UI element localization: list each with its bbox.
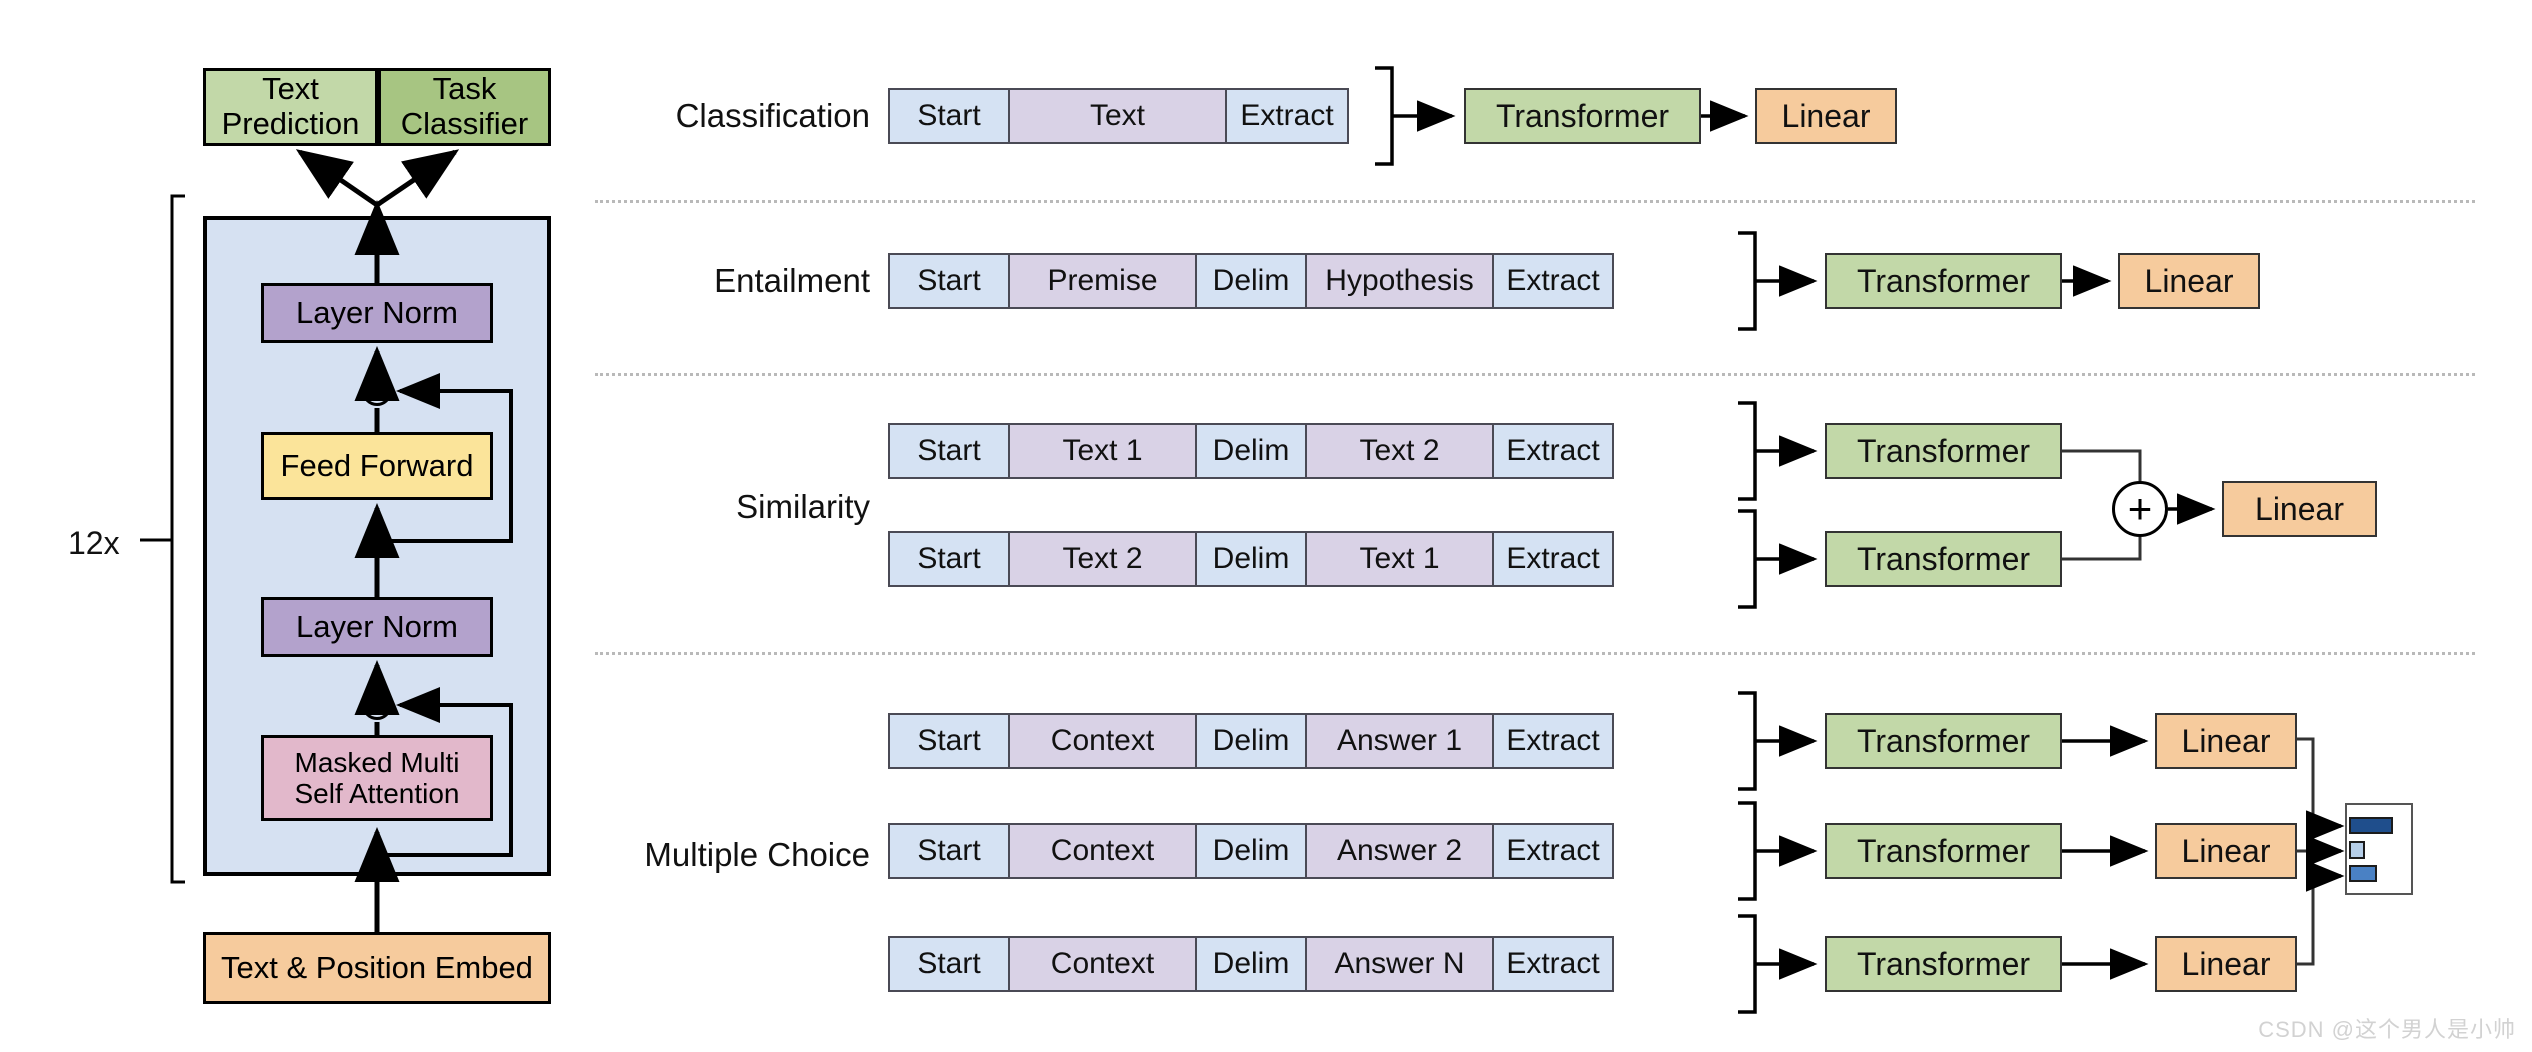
token-cell: Delim — [1197, 533, 1307, 585]
head-text-prediction: Text Prediction — [203, 68, 378, 146]
sequence-row-classification: Start Text Extract — [888, 88, 1349, 144]
output-bar-3 — [2349, 865, 2377, 882]
block-layer-norm-bottom: Layer Norm — [261, 597, 493, 657]
token-cell: Extract — [1494, 938, 1612, 990]
token-cell: Delim — [1197, 938, 1307, 990]
token-cell: Text — [1010, 90, 1227, 142]
task-label-classification: Classification — [675, 97, 870, 134]
sequence-row-mc-1: Start Context Delim Answer 1 Extract — [888, 713, 1614, 769]
token-cell: Start — [890, 425, 1010, 477]
token-cell: Extract — [1494, 715, 1612, 767]
sequence-row-mc-2: Start Context Delim Answer 2 Extract — [888, 823, 1614, 879]
token-cell: Extract — [1494, 825, 1612, 877]
token-cell: Context — [1010, 938, 1197, 990]
block-text-position-embed: Text & Position Embed — [203, 932, 551, 1004]
linear-box: Linear — [2155, 823, 2297, 879]
output-score-chart — [2345, 803, 2413, 895]
output-bar-1 — [2349, 817, 2393, 834]
task-label-entailment: Entailment — [714, 262, 870, 299]
token-cell: Start — [890, 90, 1010, 142]
token-cell: Context — [1010, 715, 1197, 767]
token-cell: Answer N — [1307, 938, 1494, 990]
residual-add-top: + — [362, 376, 392, 406]
similarity-sum-node: + — [2112, 481, 2168, 537]
sequence-row-similarity-1: Start Text 1 Delim Text 2 Extract — [888, 423, 1614, 479]
token-cell: Hypothesis — [1307, 255, 1494, 307]
sequence-row-similarity-2: Start Text 2 Delim Text 1 Extract — [888, 531, 1614, 587]
transformer-box: Transformer — [1464, 88, 1701, 144]
watermark: CSDN @这个男人是小帅 — [2258, 1017, 2516, 1042]
token-cell: Text 2 — [1010, 533, 1197, 585]
token-cell: Extract — [1494, 255, 1612, 307]
section-divider — [595, 200, 2475, 203]
token-cell: Text 1 — [1010, 425, 1197, 477]
token-cell: Extract — [1494, 533, 1612, 585]
token-cell: Delim — [1197, 715, 1307, 767]
sequence-row-mc-3: Start Context Delim Answer N Extract — [888, 936, 1614, 992]
token-cell: Extract — [1494, 425, 1612, 477]
token-cell: Start — [890, 825, 1010, 877]
head-task-classifier: Task Classifier — [378, 68, 551, 146]
linear-box: Linear — [2155, 713, 2297, 769]
figure-canvas: Text Prediction Task Classifier Layer No… — [0, 0, 2532, 1052]
section-divider — [595, 652, 2475, 655]
token-cell: Delim — [1197, 255, 1307, 307]
transformer-box: Transformer — [1825, 936, 2062, 992]
block-feed-forward: Feed Forward — [261, 432, 493, 500]
section-divider — [595, 373, 2475, 376]
task-label-multiple-choice: Multiple Choice — [644, 836, 870, 873]
token-cell: Extract — [1227, 90, 1347, 142]
layer-repeat-label: 12x — [68, 525, 120, 561]
linear-box: Linear — [2118, 253, 2260, 309]
token-cell: Start — [890, 255, 1010, 307]
token-cell: Text 1 — [1307, 533, 1494, 585]
token-cell: Premise — [1010, 255, 1197, 307]
token-cell: Delim — [1197, 825, 1307, 877]
transformer-box: Transformer — [1825, 253, 2062, 309]
transformer-box: Transformer — [1825, 713, 2062, 769]
linear-box: Linear — [1755, 88, 1897, 144]
block-layer-norm-top: Layer Norm — [261, 283, 493, 343]
transformer-box: Transformer — [1825, 823, 2062, 879]
token-cell: Text 2 — [1307, 425, 1494, 477]
linear-box: Linear — [2222, 481, 2377, 537]
token-cell: Answer 2 — [1307, 825, 1494, 877]
linear-box: Linear — [2155, 936, 2297, 992]
transformer-box: Transformer — [1825, 423, 2062, 479]
token-cell: Answer 1 — [1307, 715, 1494, 767]
token-cell: Delim — [1197, 425, 1307, 477]
sequence-row-entailment: Start Premise Delim Hypothesis Extract — [888, 253, 1614, 309]
transformer-box: Transformer — [1825, 531, 2062, 587]
token-cell: Start — [890, 715, 1010, 767]
token-cell: Start — [890, 533, 1010, 585]
task-label-similarity: Similarity — [736, 488, 870, 525]
token-cell: Start — [890, 938, 1010, 990]
residual-add-bottom: + — [362, 690, 392, 720]
output-bar-2 — [2349, 841, 2365, 859]
token-cell: Context — [1010, 825, 1197, 877]
block-masked-multi-self-attention: Masked Multi Self Attention — [261, 735, 493, 821]
